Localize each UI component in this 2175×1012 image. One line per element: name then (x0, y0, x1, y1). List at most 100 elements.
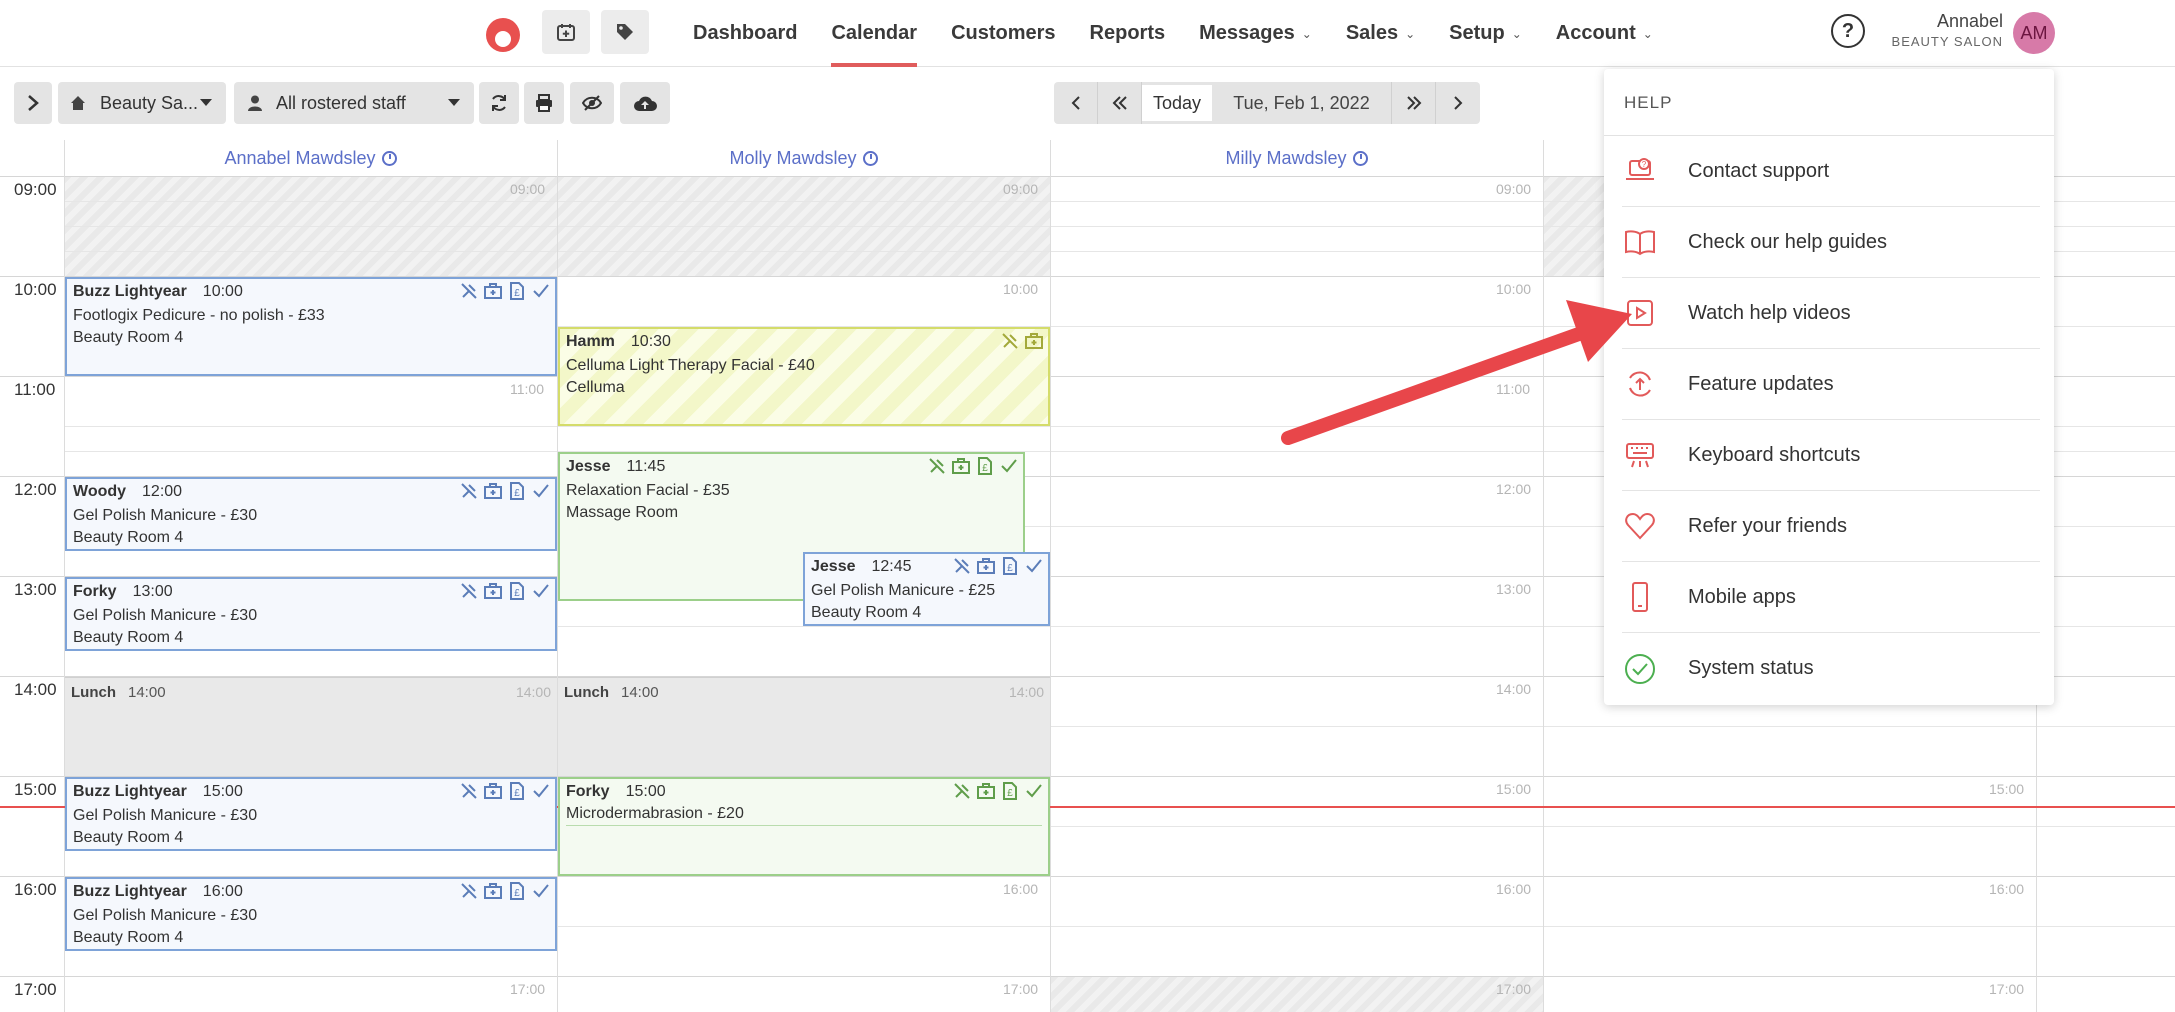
refresh-button[interactable] (479, 82, 519, 124)
business-name[interactable]: BEAUTY SALON (1892, 34, 2003, 49)
appointment-card[interactable]: Woody 12:00 Gel Polish Manicure - £30 Bea… (65, 477, 557, 551)
nav-customers[interactable]: Customers (934, 0, 1072, 67)
upload-button[interactable] (620, 82, 670, 124)
new-appointment-button[interactable] (542, 10, 590, 54)
nav-sales[interactable]: Sales ⌄ (1329, 0, 1432, 67)
help-item-refer-friends[interactable]: Refer your friends (1622, 491, 2040, 562)
current-date-picker[interactable]: Tue, Feb 1, 2022 (1212, 82, 1392, 124)
lunch-label: Lunch 14:00 (71, 684, 166, 701)
book-icon (1622, 224, 1658, 260)
toggle-visibility-button[interactable] (570, 82, 614, 124)
client-name: Buzz Lightyear (73, 783, 187, 800)
chevron-down-icon: ⌄ (1405, 26, 1416, 41)
help-item-help-videos[interactable]: Watch help videos (1622, 278, 2040, 349)
nav-dashboard[interactable]: Dashboard (676, 0, 814, 67)
print-button[interactable] (524, 82, 564, 124)
slot-time: 09:00 (1003, 181, 1039, 197)
client-name: Buzz Lightyear (73, 283, 187, 300)
avatar[interactable]: AM (2013, 12, 2055, 54)
staff-filter-select[interactable]: All rostered staff (234, 82, 474, 124)
clock-icon[interactable] (862, 150, 878, 166)
help-dropdown: HELP ? Contact support Check our help gu… (1604, 69, 2054, 705)
nav-label: Reports (1089, 22, 1166, 44)
status-icons: £ (459, 281, 551, 301)
next-week-button[interactable] (1392, 82, 1436, 124)
help-item-keyboard-shortcuts[interactable]: Keyboard shortcuts (1622, 420, 2040, 491)
service-name: Microdermabrasion - £20 (566, 805, 1042, 826)
status-icons: £ (459, 481, 551, 501)
service-name: Gel Polish Manicure - £30 (73, 907, 258, 924)
time-label: 13:00 (14, 580, 57, 599)
staff-header-molly[interactable]: Molly Mawdsley (557, 140, 1050, 176)
user-icon (248, 95, 262, 111)
service-name: Gel Polish Manicure - £30 (73, 607, 258, 624)
appointment-time: 13:00 (132, 583, 173, 600)
help-item-mobile-apps[interactable]: Mobile apps (1622, 562, 2040, 633)
payment-icon: £ (510, 482, 524, 500)
today-button[interactable]: Today (1142, 85, 1212, 121)
previous-day-button[interactable] (1054, 82, 1098, 124)
status-icons: £ (459, 781, 551, 801)
status-icons: £ (459, 881, 551, 901)
slot-time: 10:00 (1003, 281, 1039, 297)
clock-icon[interactable] (1352, 150, 1368, 166)
room-name: Beauty Room 4 (73, 529, 184, 546)
double-chevron-left-icon (1112, 96, 1127, 110)
appointment-card[interactable]: Buzz Lightyear 15:00 Gel Polish Manicure … (65, 777, 557, 851)
staff-header-milly[interactable]: Milly Mawdsley (1050, 140, 1543, 176)
help-item-label: Mobile apps (1688, 585, 1796, 608)
service-name: Celluma Light Therapy Facial - £40 (566, 357, 815, 374)
slot-time: 17:00 (1496, 981, 1532, 997)
service-name: Gel Polish Manicure - £30 (73, 507, 258, 524)
nav-reports[interactable]: Reports (1073, 0, 1183, 67)
appointment-card[interactable]: Buzz Lightyear 16:00 Gel Polish Manicure … (65, 877, 557, 951)
time-label: 10:00 (14, 280, 57, 299)
appointment-card[interactable]: Forky 15:00 Microdermabrasion - £20 £ (558, 777, 1050, 876)
new-sale-button[interactable] (601, 10, 649, 54)
svg-text:£: £ (514, 488, 520, 499)
no-show-icon (1002, 333, 1018, 349)
help-item-label: Keyboard shortcuts (1688, 443, 1861, 466)
slot-time: 16:00 (1989, 881, 2025, 897)
lunch-block[interactable]: Lunch 14:00 14:00 (558, 677, 1050, 776)
top-navbar: Dashboard Calendar Customers Reports Mes… (0, 0, 2175, 67)
appointment-card[interactable]: Forky 13:00 Gel Polish Manicure - £30 Bea… (65, 577, 557, 651)
refresh-icon (492, 95, 506, 111)
medkit-icon (484, 583, 502, 599)
room-name: Beauty Room 4 (73, 329, 184, 346)
help-item-contact-support[interactable]: ? Contact support (1622, 136, 2040, 207)
nav-calendar[interactable]: Calendar (814, 0, 934, 67)
time-label: 17:00 (14, 980, 57, 999)
nav-account[interactable]: Account ⌄ (1539, 0, 1670, 67)
client-name: Jesse (811, 558, 856, 575)
help-item-system-status[interactable]: System status (1622, 633, 2040, 704)
staff-header-annabel[interactable]: Annabel Mawdsley (64, 140, 557, 176)
appointment-card[interactable]: Buzz Lightyear 10:00 Footlogix Pedicure -… (65, 277, 557, 376)
nav-messages[interactable]: Messages ⌄ (1182, 0, 1329, 67)
expand-sidebar-button[interactable] (14, 82, 52, 124)
location-select[interactable]: Beauty Sa... (58, 82, 226, 124)
slot-time: 09:00 (1496, 181, 1532, 197)
user-name[interactable]: Annabel (1937, 11, 2003, 32)
appointment-card[interactable]: Jesse 12:45 Gel Polish Manicure - £25 Bea… (803, 552, 1050, 626)
nav-setup[interactable]: Setup ⌄ (1432, 0, 1539, 67)
lunch-block[interactable]: Lunch 14:00 14:00 (65, 677, 557, 776)
clock-icon[interactable] (381, 150, 397, 166)
help-question-icon[interactable]: ? (1831, 14, 1865, 48)
svg-text:£: £ (514, 788, 520, 799)
check-icon (1026, 784, 1042, 798)
help-item-help-guides[interactable]: Check our help guides (1622, 207, 2040, 278)
svg-text:£: £ (514, 288, 520, 299)
previous-week-button[interactable] (1098, 82, 1142, 124)
no-show-icon (461, 483, 477, 499)
time-label: 16:00 (14, 880, 57, 899)
appointment-card[interactable]: Hamm 10:30 Celluma Light Therapy Facial -… (558, 327, 1050, 426)
room-name: Massage Room (566, 504, 679, 521)
next-day-button[interactable] (1436, 82, 1480, 124)
slot-time: 13:00 (1496, 581, 1532, 597)
svg-text:£: £ (1007, 563, 1013, 574)
no-show-icon (929, 458, 945, 474)
help-item-feature-updates[interactable]: Feature updates (1622, 349, 2040, 420)
location-select-value: Beauty Sa... (100, 92, 199, 113)
app-logo-icon[interactable] (483, 13, 523, 53)
